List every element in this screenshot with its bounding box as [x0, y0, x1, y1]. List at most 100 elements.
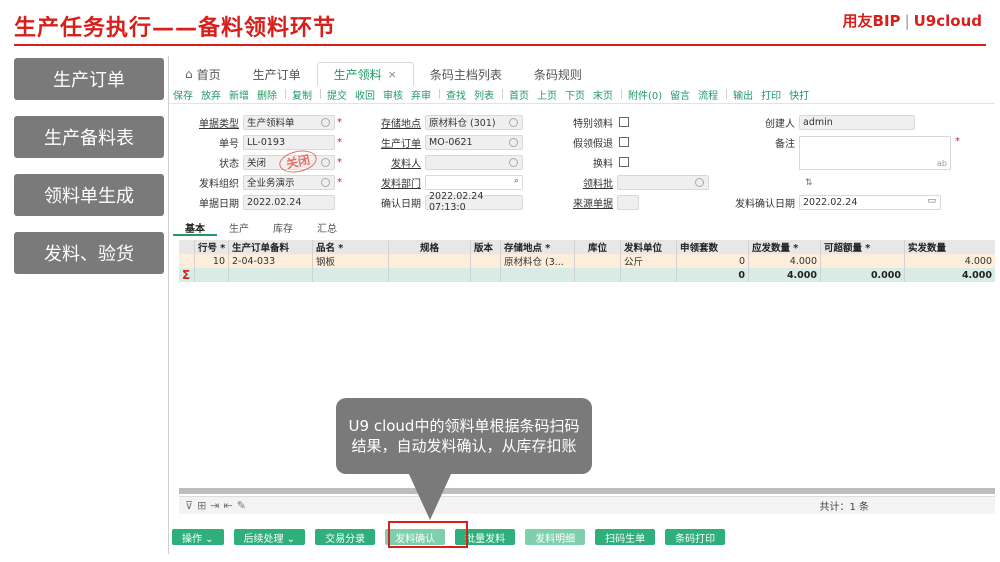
operate-button[interactable]: 操作 ⌄: [172, 529, 224, 545]
grid-cell[interactable]: 4.000: [905, 254, 995, 268]
swap-checkbox[interactable]: [619, 157, 629, 167]
lookup-icon[interactable]: [321, 157, 330, 167]
lookup-icon[interactable]: [509, 157, 518, 167]
grid-cell[interactable]: [821, 254, 905, 268]
special-checkbox[interactable]: [619, 117, 629, 127]
mo-input[interactable]: MO-0621: [425, 134, 523, 150]
grid-cell[interactable]: [575, 254, 621, 268]
issue-org-input[interactable]: 全业务演示: [243, 174, 335, 190]
grid-header-cell[interactable]: 应发数量 *: [749, 240, 821, 254]
filter-icon[interactable]: ⊽: [185, 499, 193, 512]
prev-page-button[interactable]: 上页: [537, 87, 557, 102]
creator-input[interactable]: admin: [799, 114, 915, 130]
find-button[interactable]: 查找: [446, 87, 466, 102]
tab-barcode-master[interactable]: 条码主档列表: [414, 62, 518, 86]
doc-no-input[interactable]: LL-0193: [243, 134, 335, 150]
grid-header-cell[interactable]: 品名 *: [313, 240, 389, 254]
lookup-icon[interactable]: [509, 117, 518, 127]
grid-header-cell[interactable]: 生产订单备料: [229, 240, 313, 254]
grid-header-cell[interactable]: 存储地点 *: [501, 240, 575, 254]
new-button[interactable]: 新增: [229, 87, 249, 102]
remark-textarea[interactable]: ab: [799, 136, 951, 170]
attachment-button[interactable]: 附件(0): [628, 87, 662, 102]
grid-header-cell[interactable]: 申领套数: [677, 240, 749, 254]
tab-barcode-rules[interactable]: 条码规则: [518, 62, 598, 86]
lookup-icon[interactable]: [321, 117, 330, 127]
scan-generate-button[interactable]: 扫码生单: [595, 529, 656, 545]
barcode-print-button[interactable]: 条码打印: [665, 529, 726, 545]
char-counter: ab: [937, 159, 947, 168]
unapprove-button[interactable]: 弃审: [411, 87, 431, 102]
subtab-basic[interactable]: 基本: [173, 220, 217, 236]
grid-header-cell[interactable]: 发料单位: [621, 240, 677, 254]
fake-checkbox[interactable]: [619, 137, 629, 147]
storage-input[interactable]: 原材料仓 (301): [425, 114, 523, 130]
add-row-icon[interactable]: ⊞: [197, 499, 206, 512]
first-page-button[interactable]: 首页: [509, 87, 529, 102]
field-label: 创建人: [765, 118, 795, 130]
approve-button[interactable]: 审核: [383, 87, 403, 102]
list-button[interactable]: 列表: [474, 87, 494, 102]
tab-production-order[interactable]: 生产订单: [237, 62, 317, 86]
discard-button[interactable]: 放弃: [201, 87, 221, 102]
lookup-icon[interactable]: [321, 177, 330, 187]
follow-up-button[interactable]: 后续处理 ⌄: [233, 529, 306, 545]
transaction-entry-button[interactable]: 交易分录: [315, 529, 376, 545]
search-icon[interactable]: ⌕: [514, 176, 519, 186]
grid-header-cell[interactable]: 实发数量: [905, 240, 995, 254]
grid-cell[interactable]: 2-04-033: [229, 254, 313, 268]
batch-input[interactable]: [617, 174, 709, 190]
attach-icon[interactable]: ⇅: [805, 178, 813, 188]
tab-home[interactable]: ⌂ 首页: [169, 62, 237, 86]
export-button[interactable]: 输出: [733, 87, 753, 102]
last-page-button[interactable]: 末页: [593, 87, 613, 102]
save-button[interactable]: 保存: [173, 87, 193, 102]
tab-production-requisition[interactable]: 生产领料 ×: [316, 62, 414, 86]
grid-cell[interactable]: 原材料仓 (3...: [501, 254, 575, 268]
copy-button[interactable]: 复制: [292, 87, 312, 102]
subtab-production[interactable]: 生产: [217, 220, 261, 236]
grid-header-cell[interactable]: 可超额量 *: [821, 240, 905, 254]
horizontal-scrollbar[interactable]: [179, 488, 995, 494]
doc-date-input[interactable]: 2022.02.24: [243, 194, 335, 210]
confirm-date-input[interactable]: 2022.02.24 07:13:0: [425, 191, 523, 213]
grid-cell[interactable]: [389, 254, 471, 268]
grid-cell[interactable]: [471, 254, 501, 268]
grid-cell[interactable]: 公斤: [621, 254, 677, 268]
closed-stamp: 关闭: [277, 147, 319, 176]
next-page-button[interactable]: 下页: [565, 87, 585, 102]
delete-button[interactable]: 删除: [257, 87, 277, 102]
submit-button[interactable]: 提交: [327, 87, 347, 102]
copy-row-icon[interactable]: ⇤: [224, 499, 233, 512]
issuer-input[interactable]: [425, 154, 523, 170]
grid-cell[interactable]: 0: [677, 254, 749, 268]
grid-header-cell[interactable]: 版本: [471, 240, 501, 254]
subtab-summary[interactable]: 汇总: [305, 220, 349, 236]
print-button[interactable]: 打印: [761, 87, 781, 102]
doc-type-input[interactable]: 生产领料单: [243, 114, 335, 130]
issue-dept-input[interactable]: ⌕: [425, 174, 523, 190]
subtab-inventory[interactable]: 库存: [261, 220, 305, 236]
insert-row-icon[interactable]: ⇥: [210, 499, 219, 512]
source-input[interactable]: [617, 194, 639, 210]
withdraw-button[interactable]: 收回: [355, 87, 375, 102]
grid-header-cell[interactable]: 库位: [575, 240, 621, 254]
callout-arrow: [408, 472, 452, 520]
grid-header-cell[interactable]: 规格: [389, 240, 471, 254]
issue-detail-button[interactable]: 发料明细: [525, 529, 586, 545]
edit-icon[interactable]: ✎: [237, 499, 246, 512]
grid-cell[interactable]: 4.000: [749, 254, 821, 268]
message-button[interactable]: 留言: [670, 87, 690, 102]
workflow-button[interactable]: 流程: [698, 87, 718, 102]
grid-cell[interactable]: 钢板: [313, 254, 389, 268]
table-row[interactable]: 10 2-04-033 钢板 原材料仓 (3... 公斤 0 4.000 4.0…: [179, 254, 995, 268]
quick-print-button[interactable]: 快打: [789, 87, 809, 102]
grid-cell[interactable]: 10: [195, 254, 229, 268]
toolbar-divider-line: [169, 103, 995, 104]
calendar-icon[interactable]: ▭: [927, 196, 936, 206]
grid-header-cell[interactable]: 行号 *: [195, 240, 229, 254]
issue-confirm-date-input[interactable]: 2022.02.24 ▭: [799, 194, 941, 210]
close-icon[interactable]: ×: [388, 68, 397, 81]
lookup-icon[interactable]: [509, 137, 518, 147]
lookup-icon[interactable]: [695, 177, 704, 187]
